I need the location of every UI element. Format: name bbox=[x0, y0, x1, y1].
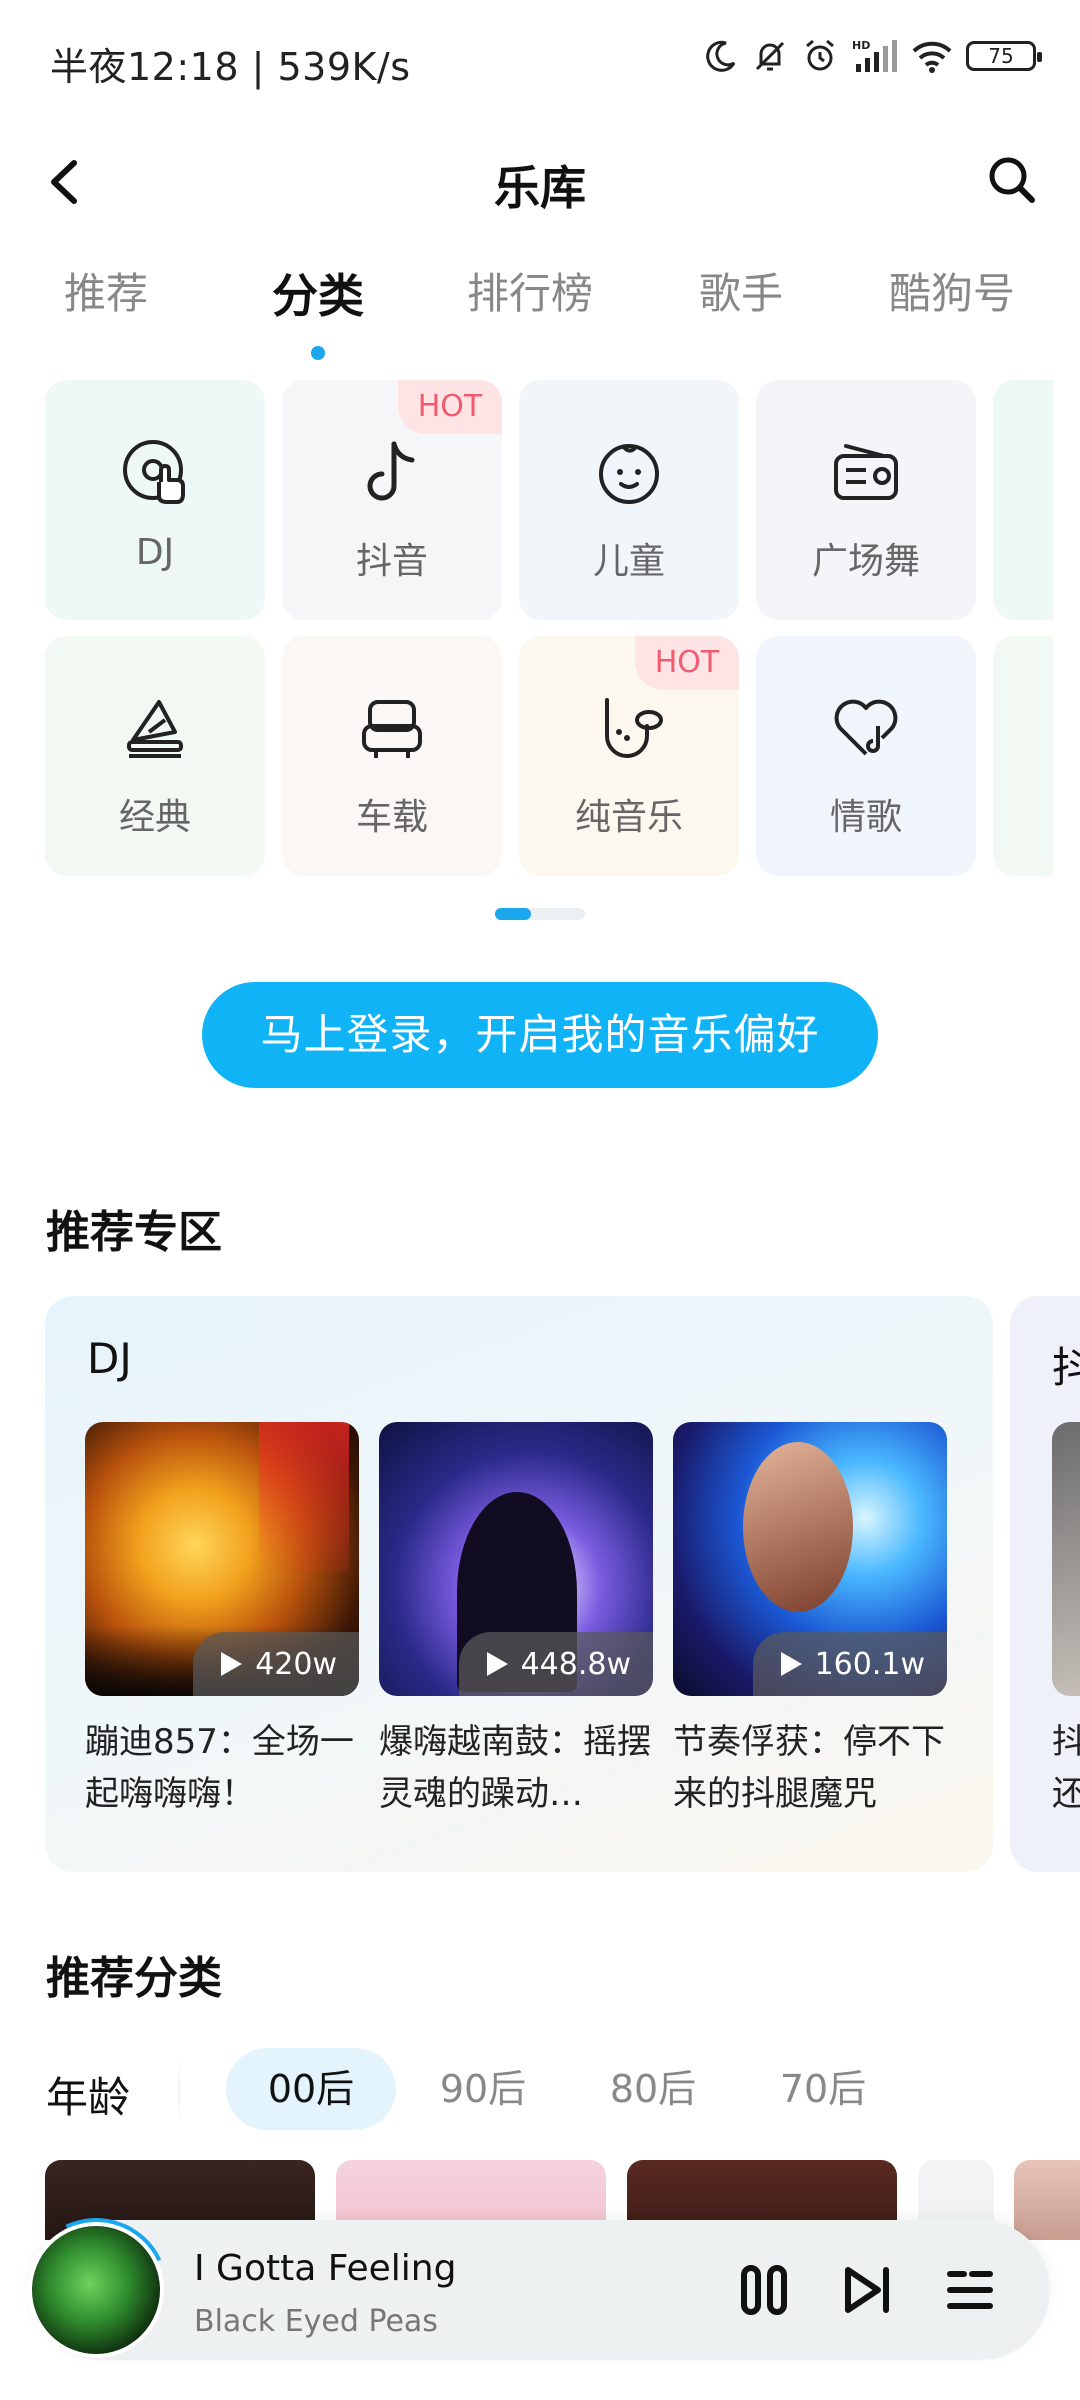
category-pure-music[interactable]: 纯音乐 HOT bbox=[519, 636, 739, 876]
category-thumb[interactable] bbox=[1014, 2160, 1080, 2240]
divider bbox=[178, 2058, 180, 2124]
category-next-peek bbox=[993, 636, 1053, 876]
category-square-dance[interactable]: 广场舞 bbox=[756, 380, 976, 620]
category-car[interactable]: 车载 bbox=[282, 636, 502, 876]
tab-charts[interactable]: 排行榜 bbox=[467, 260, 593, 321]
baby-face-icon bbox=[589, 432, 669, 512]
cell-signal-icon: HD bbox=[852, 39, 897, 72]
age-chip-90s[interactable]: 90后 bbox=[398, 2048, 568, 2130]
section-title-recommend-zone: 推荐专区 bbox=[46, 1207, 222, 1258]
playlist-button[interactable] bbox=[930, 2250, 1010, 2330]
play-count-value: 448.8w bbox=[520, 1646, 631, 1682]
play-icon bbox=[486, 1652, 508, 1676]
playlist-cover: 420w bbox=[85, 1422, 359, 1696]
category-classic[interactable]: 经典 bbox=[45, 636, 265, 876]
stage-light bbox=[259, 1422, 349, 1572]
play-icon bbox=[780, 1652, 802, 1676]
category-label: 车载 bbox=[355, 797, 428, 838]
category-dj[interactable]: DJ bbox=[45, 380, 265, 620]
hot-badge: HOT bbox=[635, 636, 739, 690]
age-filter-row: 年龄 00后 90后 80后 70后 bbox=[0, 2048, 1080, 2134]
age-filter-label: 年龄 bbox=[46, 2073, 131, 2122]
search-icon bbox=[989, 157, 1035, 203]
section-title-recommend-category: 推荐分类 bbox=[46, 1953, 222, 2004]
playlist-name: 蹦迪857：全场一起嗨嗨嗨！ bbox=[85, 1722, 354, 1814]
zone-card-title: DJ bbox=[87, 1334, 132, 1383]
status-bar: 半夜12:18 | 539K/s HD 75 bbox=[0, 0, 1080, 120]
age-chip-80s[interactable]: 80后 bbox=[568, 2048, 738, 2130]
category-label: 经典 bbox=[118, 797, 191, 838]
pause-button[interactable] bbox=[724, 2250, 804, 2330]
category-children[interactable]: 儿童 bbox=[519, 380, 739, 620]
search-button[interactable] bbox=[972, 140, 1052, 220]
next-track-icon bbox=[845, 2267, 889, 2313]
track-title: I Gotta Feeling bbox=[194, 2248, 457, 2289]
playlist-cover: 448.8w bbox=[379, 1422, 653, 1696]
recommend-zone-card-next[interactable]: 抖 抖还 bbox=[1010, 1296, 1080, 1872]
age-chip-70s[interactable]: 70后 bbox=[738, 2048, 908, 2130]
battery-indicator: 75 bbox=[966, 41, 1042, 71]
play-count: 420w bbox=[193, 1632, 359, 1696]
page-title: 乐库 bbox=[494, 161, 586, 215]
heart-note-icon bbox=[826, 688, 906, 768]
tiktok-note-icon bbox=[352, 432, 432, 512]
category-next-peek bbox=[993, 380, 1053, 620]
category-label: 儿童 bbox=[592, 541, 665, 582]
car-seat-icon bbox=[352, 688, 432, 768]
next-track-button[interactable] bbox=[828, 2250, 908, 2330]
moon-icon bbox=[706, 40, 736, 72]
category-grid: DJ 抖音 HOT 儿童 广场舞 经典 车载 纯音乐 HOT 情歌 bbox=[45, 380, 1080, 890]
category-label: 广场舞 bbox=[811, 541, 920, 582]
playlist-cover: 160.1w bbox=[673, 1422, 947, 1696]
mini-player[interactable]: I Gotta Feeling Black Eyed Peas bbox=[3, 2197, 1050, 2383]
status-time-speed: 半夜12:18 | 539K/s bbox=[50, 45, 411, 89]
active-tab-dot bbox=[311, 346, 325, 360]
alarm-icon bbox=[806, 39, 834, 71]
play-count: 448.8w bbox=[458, 1632, 653, 1696]
pause-icon bbox=[741, 2265, 787, 2315]
radio-icon bbox=[826, 432, 906, 512]
category-label: 抖音 bbox=[355, 541, 428, 582]
category-love-songs[interactable]: 情歌 bbox=[756, 636, 976, 876]
play-icon bbox=[221, 1652, 243, 1676]
playlist-item[interactable]: 420w 蹦迪857：全场一起嗨嗨嗨！ bbox=[85, 1422, 359, 1820]
playlist-name: 抖还 bbox=[1052, 1722, 1080, 1814]
status-icons: HD 75 bbox=[704, 38, 1042, 74]
age-chip-00s[interactable]: 00后 bbox=[226, 2048, 396, 2130]
tab-category-label: 分类 bbox=[272, 269, 364, 323]
playlist-cover bbox=[1052, 1422, 1080, 1696]
recommend-zone-card-dj[interactable]: DJ 420w 蹦迪857：全场一起嗨嗨嗨！ 448.8w 爆嗨越南鼓：摇摆灵魂… bbox=[45, 1296, 993, 1872]
saxophone-icon bbox=[589, 688, 669, 768]
track-artist: Black Eyed Peas bbox=[194, 2304, 438, 2339]
page-indicator bbox=[495, 908, 585, 920]
dj-disc-icon bbox=[115, 432, 195, 512]
play-count-value: 160.1w bbox=[814, 1646, 925, 1682]
play-count-value: 420w bbox=[255, 1646, 337, 1682]
category-label: 纯音乐 bbox=[574, 797, 683, 838]
playlist-item[interactable]: 160.1w 节奏俘获：停不下来的抖腿魔咒 bbox=[673, 1422, 947, 1820]
dj-portrait bbox=[743, 1442, 853, 1612]
tab-recommend[interactable]: 推荐 bbox=[64, 260, 148, 321]
category-label: DJ bbox=[135, 532, 175, 573]
zone-card-title: 抖 bbox=[1052, 1343, 1080, 1392]
tab-bar: 推荐 分类 排行榜 歌手 酷狗号 bbox=[0, 250, 1080, 360]
category-label: 情歌 bbox=[829, 797, 902, 838]
category-douyin[interactable]: 抖音 HOT bbox=[282, 380, 502, 620]
tab-kugou-account[interactable]: 酷狗号 bbox=[889, 260, 1015, 321]
playlist-icon bbox=[947, 2271, 993, 2309]
tab-singers[interactable]: 歌手 bbox=[699, 260, 783, 321]
play-count: 160.1w bbox=[752, 1632, 947, 1696]
gramophone-icon bbox=[115, 688, 195, 768]
tab-category[interactable]: 分类 bbox=[272, 260, 364, 360]
playlist-name: 爆嗨越南鼓：摇摆灵魂的躁动… bbox=[379, 1722, 651, 1814]
playlist-item[interactable]: 448.8w 爆嗨越南鼓：摇摆灵魂的躁动… bbox=[379, 1422, 653, 1820]
playlist-name: 节奏俘获：停不下来的抖腿魔咒 bbox=[673, 1722, 945, 1814]
title-bar: 乐库 bbox=[0, 120, 1080, 250]
page-indicator-active bbox=[495, 908, 531, 920]
wifi-icon bbox=[912, 41, 952, 73]
login-button[interactable]: 马上登录，开启我的音乐偏好 bbox=[202, 982, 878, 1088]
hot-badge: HOT bbox=[398, 380, 502, 434]
mute-bell-icon bbox=[755, 41, 785, 71]
svg-text:HD: HD bbox=[852, 39, 870, 52]
